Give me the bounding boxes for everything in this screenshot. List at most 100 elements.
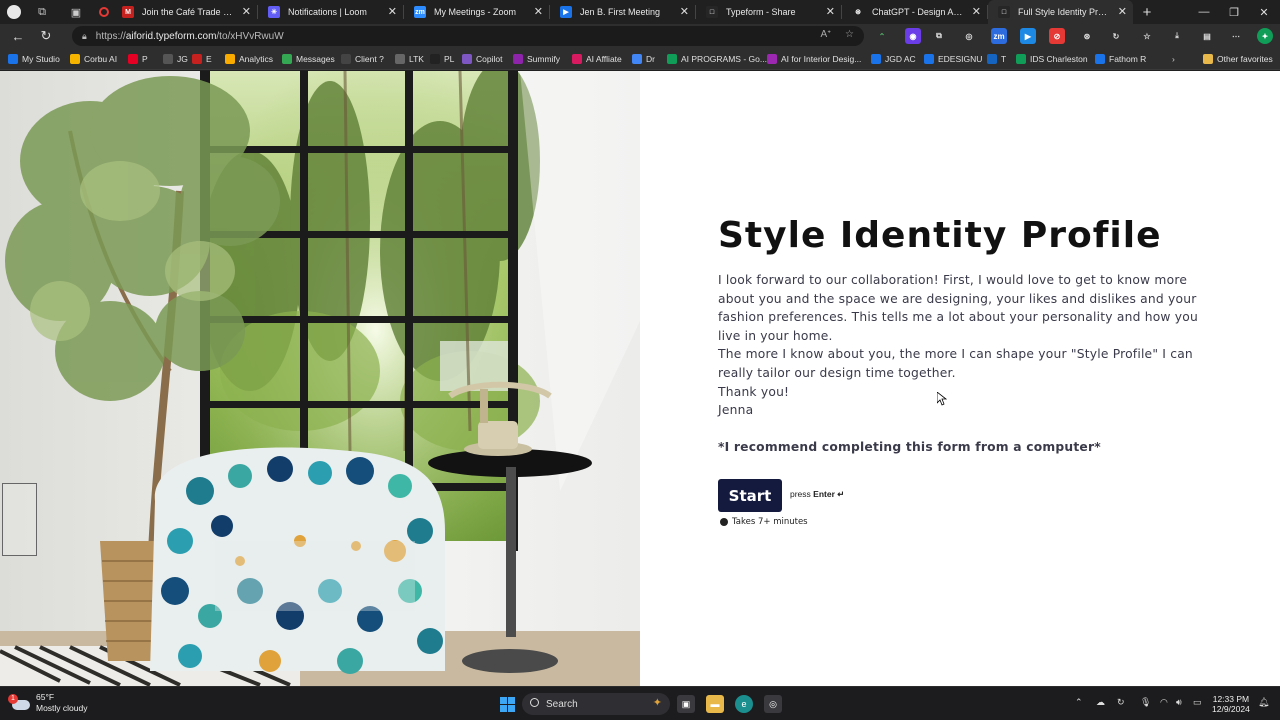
press-label: press <box>790 489 811 499</box>
favorite-star-icon[interactable]: ☆ <box>845 29 854 40</box>
restore-button[interactable]: ❐ <box>1218 0 1250 24</box>
close-window-button[interactable]: ✕ <box>1248 0 1280 24</box>
volume-icon[interactable]: 🔊︎ <box>1176 697 1182 708</box>
system-clock[interactable]: 12:33 PM 12/9/2024 <box>1212 694 1250 714</box>
weather-widget[interactable]: 1 65°F Mostly cloudy <box>8 692 88 714</box>
extension-arrow-icon[interactable]: ⌃ <box>874 28 890 44</box>
bookmark-item[interactable]: Client ? <box>341 52 384 66</box>
extension-sync-icon[interactable]: ↻ <box>1108 28 1124 44</box>
refresh-button[interactable]: ↻ <box>32 24 60 48</box>
extension-crop-icon[interactable]: ⧉ <box>931 28 947 44</box>
tab-close-icon[interactable]: ✕ <box>242 5 251 18</box>
bookmark-item[interactable]: E <box>192 52 212 66</box>
start-menu-icon[interactable] <box>498 695 516 713</box>
folder-icon <box>1203 54 1213 64</box>
bookmark-item[interactable]: IDS Charleston <box>1016 52 1088 66</box>
bookmark-item[interactable]: Dr <box>632 52 655 66</box>
browser-tab[interactable]: zm My Meetings - Zoom ✕ <box>404 0 549 24</box>
bookmark-item[interactable]: LTK <box>395 52 424 66</box>
app-icon[interactable]: ◎ <box>764 695 782 713</box>
bookmark-favicon-icon <box>282 54 292 64</box>
bookmark-item[interactable]: AI for Interior Desig... <box>767 52 861 66</box>
browser-tab[interactable]: □ Typeform - Share ✕ <box>696 0 841 24</box>
task-view-icon[interactable]: ▣ <box>677 695 695 713</box>
tab-close-icon[interactable]: ✕ <box>534 5 543 18</box>
browser-tab[interactable]: ▶ Jen B. First Meeting ✕ <box>550 0 695 24</box>
back-button[interactable]: ← <box>4 24 32 48</box>
sync-icon[interactable]: ↻ <box>1117 697 1125 708</box>
extension-play-icon[interactable]: ▶ <box>1020 28 1036 44</box>
bookmark-item[interactable]: Corbu AI <box>70 52 117 66</box>
extension-red-icon[interactable]: ⊘ <box>1049 28 1065 44</box>
tab-actions-icon[interactable]: ▣ <box>56 0 96 24</box>
browser-tab[interactable]: ✳ Notifications | Loom ✕ <box>258 0 403 24</box>
more-menu-icon[interactable]: ⋯ <box>1228 28 1244 44</box>
bookmark-favicon-icon <box>430 54 440 64</box>
extension-chatgpt-icon[interactable]: ⊛ <box>1079 28 1095 44</box>
notifications-icon[interactable]: 🔔︎ <box>1258 697 1269 708</box>
bookmark-item[interactable]: Fathom R <box>1095 52 1146 66</box>
bookmark-item[interactable]: P <box>128 52 148 66</box>
tab-close-icon[interactable]: ✕ <box>826 5 835 18</box>
bookmark-item[interactable]: JGD AC <box>871 52 916 66</box>
bookmark-item[interactable]: My Studio <box>8 52 60 66</box>
wifi-icon[interactable]: ◠ <box>1160 697 1168 708</box>
bookmark-label: JG <box>177 54 188 64</box>
bookmark-label: T <box>1001 54 1007 64</box>
browser-tab[interactable]: M Join the Café Trade Program ✕ <box>112 0 257 24</box>
bookmark-item[interactable]: Summify <box>513 52 560 66</box>
page-content: Style Identity Profile I look forward to… <box>0 71 1280 686</box>
minimize-button[interactable]: — <box>1188 0 1220 24</box>
bookmarks-overflow-icon[interactable]: › <box>1172 52 1175 66</box>
workspaces-icon[interactable]: ⧉ <box>28 0 56 24</box>
tab-close-icon[interactable]: ✕ <box>1118 5 1127 18</box>
bookmark-item[interactable]: AI Affliate <box>572 52 622 66</box>
extension-zoom-icon[interactable]: zm <box>991 28 1007 44</box>
tab-close-icon[interactable]: ✕ <box>680 5 689 18</box>
bookmark-item[interactable]: T <box>987 52 1006 66</box>
bookmarks-bar: My Studio Corbu AI P JG E Analytics Messages Cl… <box>0 48 1280 70</box>
onedrive-icon[interactable]: ☁ <box>1096 697 1105 708</box>
show-hidden-icons[interactable]: ⌃ <box>1075 697 1083 708</box>
recording-icon[interactable] <box>96 0 112 24</box>
downloads-icon[interactable]: ⤓ <box>1169 28 1185 44</box>
side-edge-tab[interactable] <box>2 483 37 556</box>
gmail-icon: M <box>122 6 134 18</box>
extension-purple-icon[interactable]: ◉ <box>905 28 921 44</box>
new-tab-button[interactable]: + <box>1133 0 1161 24</box>
start-button[interactable]: Start <box>718 479 782 512</box>
bookmark-item[interactable]: JG <box>163 52 188 66</box>
tab-close-icon[interactable]: ✕ <box>972 5 981 18</box>
tab-close-icon[interactable]: ✕ <box>388 5 397 18</box>
bookmark-item[interactable]: Messages <box>282 52 335 66</box>
collections-icon[interactable]: ▤ <box>1199 28 1215 44</box>
battery-icon[interactable]: ▭ <box>1193 697 1202 708</box>
profile-avatar-icon[interactable] <box>0 0 28 24</box>
read-aloud-icon[interactable]: Aᐩ <box>820 29 831 40</box>
copilot-icon[interactable]: ✦ <box>1257 28 1273 44</box>
bookmark-label: Corbu AI <box>84 54 118 64</box>
mouse-cursor-icon <box>937 392 947 406</box>
address-bar[interactable]: 🔒︎ https://aiforid.typeform.com/to/xHVvR… <box>72 26 864 46</box>
bookmark-label: P <box>142 54 148 64</box>
taskbar-search[interactable]: Search ✦ <box>522 693 670 715</box>
browser-toolbar: ← ↻ 🔒︎ https://aiforid.typeform.com/to/x… <box>0 24 1280 48</box>
browser-tab[interactable]: □ Full Style Identity Profile ✕ <box>988 0 1133 24</box>
browser-tab[interactable]: ⊛ ChatGPT - Design Assistant ✕ <box>842 0 987 24</box>
edge-icon[interactable]: e <box>735 695 753 713</box>
favorites-icon[interactable]: ☆ <box>1139 28 1155 44</box>
bookmark-label: AI PROGRAMS - Go... <box>681 54 767 64</box>
extension-target-icon[interactable]: ◎ <box>961 28 977 44</box>
tab-title: ChatGPT - Design Assistant <box>872 7 965 17</box>
clock-time: 12:33 PM <box>1212 694 1250 704</box>
file-explorer-icon[interactable]: ▬ <box>706 695 724 713</box>
bookmark-label: IDS Charleston <box>1030 54 1088 64</box>
typeform-welcome-panel: Style Identity Profile I look forward to… <box>640 71 1280 686</box>
bookmark-item[interactable]: PL <box>430 52 454 66</box>
bookmark-item[interactable]: Copilot <box>462 52 502 66</box>
microphone-icon[interactable]: 🎙︎ <box>1140 697 1151 708</box>
bookmark-item[interactable]: Analytics <box>225 52 273 66</box>
other-favorites[interactable]: Other favorites <box>1203 52 1273 66</box>
bookmark-item[interactable]: EDESIGNU <box>924 52 982 66</box>
bookmark-item[interactable]: AI PROGRAMS - Go... <box>667 52 767 66</box>
